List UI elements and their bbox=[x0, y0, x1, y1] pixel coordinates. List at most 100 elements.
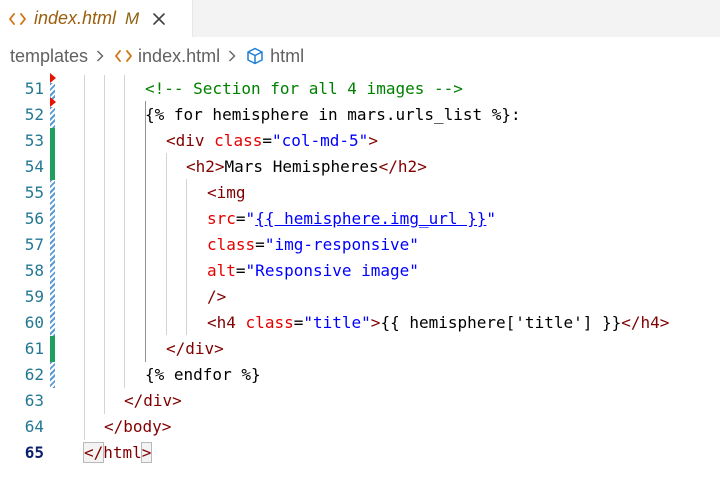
indent-guide bbox=[104, 75, 105, 414]
attribute-token: class bbox=[214, 131, 263, 150]
code-line[interactable]: <h2>Mars Hemispheres</h2> bbox=[186, 154, 427, 180]
string-token: " bbox=[486, 209, 497, 228]
line-number: 63 bbox=[24, 391, 44, 410]
tag-token: </body> bbox=[104, 417, 172, 436]
indent-guide bbox=[186, 179, 187, 335]
line-number: 64 bbox=[24, 417, 44, 436]
indent-guide bbox=[84, 75, 85, 440]
text-token: {% for hemisphere in mars.urls_list %}: bbox=[145, 105, 521, 124]
tag-token: > bbox=[370, 313, 381, 332]
code-line[interactable]: <img bbox=[207, 180, 246, 206]
tag-token: </ bbox=[82, 442, 105, 463]
breadcrumb: templates index.html html bbox=[0, 37, 720, 75]
line-number: 54 bbox=[24, 157, 44, 176]
text-token: = bbox=[255, 235, 265, 254]
text-token: {{ hemisphere['title'] }} bbox=[380, 313, 622, 332]
indent-guide bbox=[166, 153, 167, 335]
close-icon[interactable] bbox=[151, 11, 167, 27]
string-token: "img-responsive" bbox=[264, 235, 419, 254]
tag-token: <h4 bbox=[207, 313, 236, 332]
line-number: 59 bbox=[24, 287, 44, 306]
tag-token: </div> bbox=[166, 339, 224, 358]
code-line[interactable]: {% endfor %} bbox=[145, 362, 261, 388]
git-modified-bar[interactable] bbox=[50, 180, 55, 336]
code-line[interactable]: </body> bbox=[104, 414, 171, 440]
modified-badge: M bbox=[125, 8, 140, 28]
breadcrumb-file[interactable]: index.html bbox=[114, 46, 220, 67]
indent-guide-active bbox=[145, 101, 146, 362]
code-line[interactable]: </div> bbox=[124, 388, 182, 414]
code-line[interactable]: class="img-responsive" bbox=[207, 232, 419, 258]
text-token: = bbox=[262, 131, 272, 150]
git-deleted-marker[interactable] bbox=[50, 97, 56, 107]
line-number: 51 bbox=[24, 79, 44, 98]
link-token[interactable]: {{ hemisphere.img_url }} bbox=[255, 209, 486, 228]
string-token: "col-md-5" bbox=[271, 131, 369, 150]
attribute-token: alt bbox=[207, 261, 236, 280]
tab-bar: index.html M bbox=[0, 0, 720, 37]
line-number-active: 65 bbox=[24, 443, 44, 462]
attribute-token: src bbox=[207, 209, 236, 228]
line-number: 57 bbox=[24, 235, 44, 254]
tag-token: > bbox=[140, 442, 153, 463]
git-deleted-marker[interactable] bbox=[50, 73, 56, 83]
code-line[interactable]: {% for hemisphere in mars.urls_list %}: bbox=[145, 102, 521, 128]
line-number: 53 bbox=[24, 131, 44, 150]
string-token: "title" bbox=[303, 313, 371, 332]
attribute-token: class bbox=[207, 235, 256, 254]
line-number: 58 bbox=[24, 261, 44, 280]
breadcrumb-folder[interactable]: templates bbox=[10, 46, 88, 67]
tag-token: > bbox=[368, 131, 378, 150]
breadcrumb-symbol[interactable]: html bbox=[246, 46, 304, 67]
text-token: = bbox=[293, 313, 304, 332]
line-number: 60 bbox=[24, 313, 44, 332]
line-number: 52 bbox=[24, 105, 44, 124]
string-token: " bbox=[245, 209, 256, 228]
line-number: 61 bbox=[24, 339, 44, 358]
line-number: 56 bbox=[24, 209, 44, 228]
line-number: 62 bbox=[24, 365, 44, 384]
tag-token: </div> bbox=[124, 391, 182, 410]
text-token: {% endfor %} bbox=[145, 365, 261, 384]
comment-token: <!-- Section for all 4 images --> bbox=[145, 79, 463, 98]
code-line[interactable]: </html> bbox=[82, 440, 153, 466]
code-line[interactable]: src="{{ hemisphere.img_url }}" bbox=[207, 206, 496, 232]
git-added-bar[interactable] bbox=[50, 128, 55, 180]
breadcrumb-folder-label: templates bbox=[10, 45, 89, 66]
tag-token: <img bbox=[207, 183, 246, 202]
text-token: = bbox=[235, 209, 246, 228]
tag-token: </h4> bbox=[621, 313, 670, 332]
code-editor[interactable]: 51 52 53 54 55 56 57 58 59 60 61 62 63 6… bbox=[0, 73, 720, 480]
text-token: = bbox=[235, 261, 246, 280]
chevron-right-icon bbox=[228, 49, 238, 63]
string-token: "Responsive image" bbox=[245, 261, 419, 280]
breadcrumb-file-label: index.html bbox=[138, 45, 221, 66]
git-modified-bar[interactable] bbox=[50, 107, 55, 128]
chevron-right-icon bbox=[96, 49, 106, 63]
editor-tab-index-html[interactable]: index.html M bbox=[0, 0, 193, 37]
code-line[interactable]: <div class="col-md-5"> bbox=[166, 128, 378, 154]
code-line[interactable]: <h4 class="title">{{ hemisphere['title']… bbox=[207, 310, 669, 336]
line-number: 55 bbox=[24, 183, 44, 202]
html-angle-brackets-icon bbox=[114, 47, 132, 65]
cube-symbol-icon bbox=[246, 47, 264, 65]
git-modified-bar[interactable] bbox=[50, 362, 55, 388]
text-token: Mars Hemispheres bbox=[224, 157, 379, 176]
tag-token: </h2> bbox=[378, 157, 427, 176]
breadcrumb-symbol-label: html bbox=[270, 45, 305, 66]
html-angle-brackets-icon bbox=[9, 10, 26, 27]
code-line[interactable]: /> bbox=[207, 284, 226, 310]
tag-token: html bbox=[103, 443, 142, 462]
attribute-token: class bbox=[245, 313, 294, 332]
tag-token: /> bbox=[207, 287, 227, 306]
code-line[interactable]: alt="Responsive image" bbox=[207, 258, 419, 284]
tab-label: index.html bbox=[34, 8, 117, 28]
code-line[interactable]: <!-- Section for all 4 images --> bbox=[145, 76, 463, 102]
indent-guide bbox=[124, 75, 125, 388]
code-line[interactable]: </div> bbox=[166, 336, 224, 362]
tag-token: <h2> bbox=[186, 157, 225, 176]
git-added-bar[interactable] bbox=[50, 336, 55, 362]
tag-token: <div bbox=[166, 131, 205, 150]
